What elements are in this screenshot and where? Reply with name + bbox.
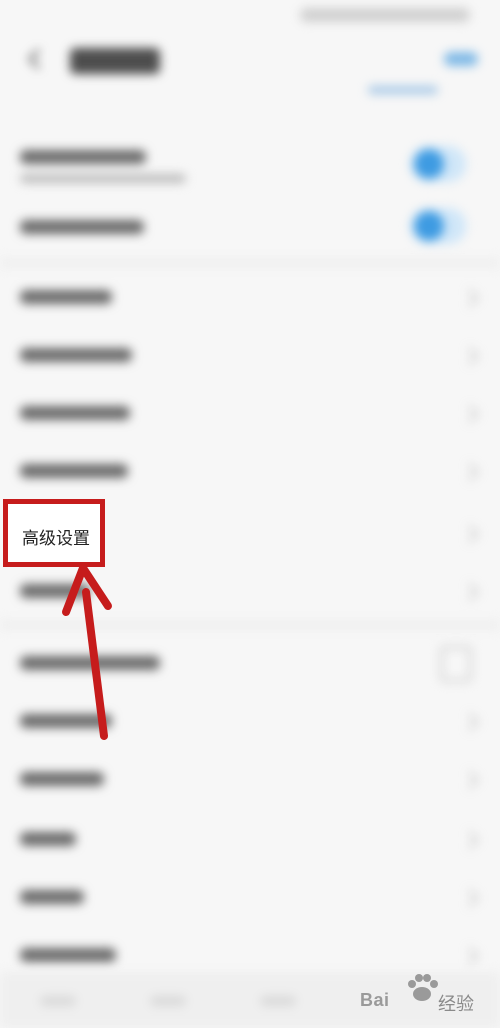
nav-item[interactable] <box>260 996 296 1006</box>
settings-row-6[interactable] <box>0 570 500 616</box>
chevron-right-icon <box>461 889 479 907</box>
advanced-settings-label: 高级设置 <box>22 529 90 548</box>
settings-row-3[interactable] <box>0 392 500 438</box>
chevron-right-icon <box>461 583 479 601</box>
chevron-right-icon <box>461 831 479 849</box>
advanced-settings-highlight-box[interactable]: 高级设置 <box>3 499 105 567</box>
watermark-suffix: 经验 <box>438 994 474 1014</box>
header-sub-text <box>368 86 438 94</box>
settings-row-7[interactable] <box>0 640 500 688</box>
settings-row-9[interactable] <box>0 758 500 804</box>
row-label <box>20 348 132 362</box>
settings-row-toggle-2[interactable] <box>0 200 500 256</box>
settings-row-2[interactable] <box>0 334 500 380</box>
settings-row-4[interactable] <box>0 450 500 496</box>
chevron-right-icon <box>461 525 479 543</box>
nav-item[interactable] <box>40 996 76 1006</box>
row-label <box>20 150 146 164</box>
watermark-brand: Bai <box>360 990 390 1010</box>
settings-row-10[interactable] <box>0 818 500 864</box>
back-arrow-icon[interactable] <box>22 46 48 72</box>
baidu-watermark: Bai 经验 <box>360 968 490 1020</box>
row-label <box>20 948 116 962</box>
status-bar <box>0 0 500 34</box>
row-label <box>20 220 144 234</box>
app-header <box>0 34 500 114</box>
chevron-right-icon <box>461 947 479 965</box>
section-divider <box>0 620 500 630</box>
settings-row-1[interactable] <box>0 276 500 322</box>
nav-item[interactable] <box>150 996 186 1006</box>
toggle-switch-icon[interactable] <box>410 208 466 244</box>
widget-icon[interactable] <box>440 646 472 682</box>
status-icons <box>300 8 470 22</box>
chevron-right-icon <box>461 405 479 423</box>
row-label <box>20 656 160 670</box>
settings-row-toggle-1[interactable] <box>0 136 500 196</box>
chevron-right-icon <box>461 347 479 365</box>
row-label <box>20 464 128 478</box>
settings-row-8[interactable] <box>0 700 500 746</box>
row-label <box>20 290 112 304</box>
chevron-right-icon <box>461 289 479 307</box>
row-label <box>20 714 112 728</box>
chevron-right-icon <box>461 463 479 481</box>
row-label <box>20 584 90 598</box>
row-label <box>20 890 84 904</box>
row-sub-label <box>20 174 186 183</box>
header-action-button[interactable] <box>444 52 478 66</box>
section-divider <box>0 258 500 268</box>
chevron-right-icon <box>461 713 479 731</box>
baidu-paw-icon <box>408 974 438 1001</box>
row-label <box>20 832 76 846</box>
toggle-switch-icon[interactable] <box>410 146 466 182</box>
page-title <box>70 48 160 74</box>
settings-row-11[interactable] <box>0 876 500 922</box>
row-label <box>20 772 104 786</box>
chevron-right-icon <box>461 771 479 789</box>
row-label <box>20 406 130 420</box>
